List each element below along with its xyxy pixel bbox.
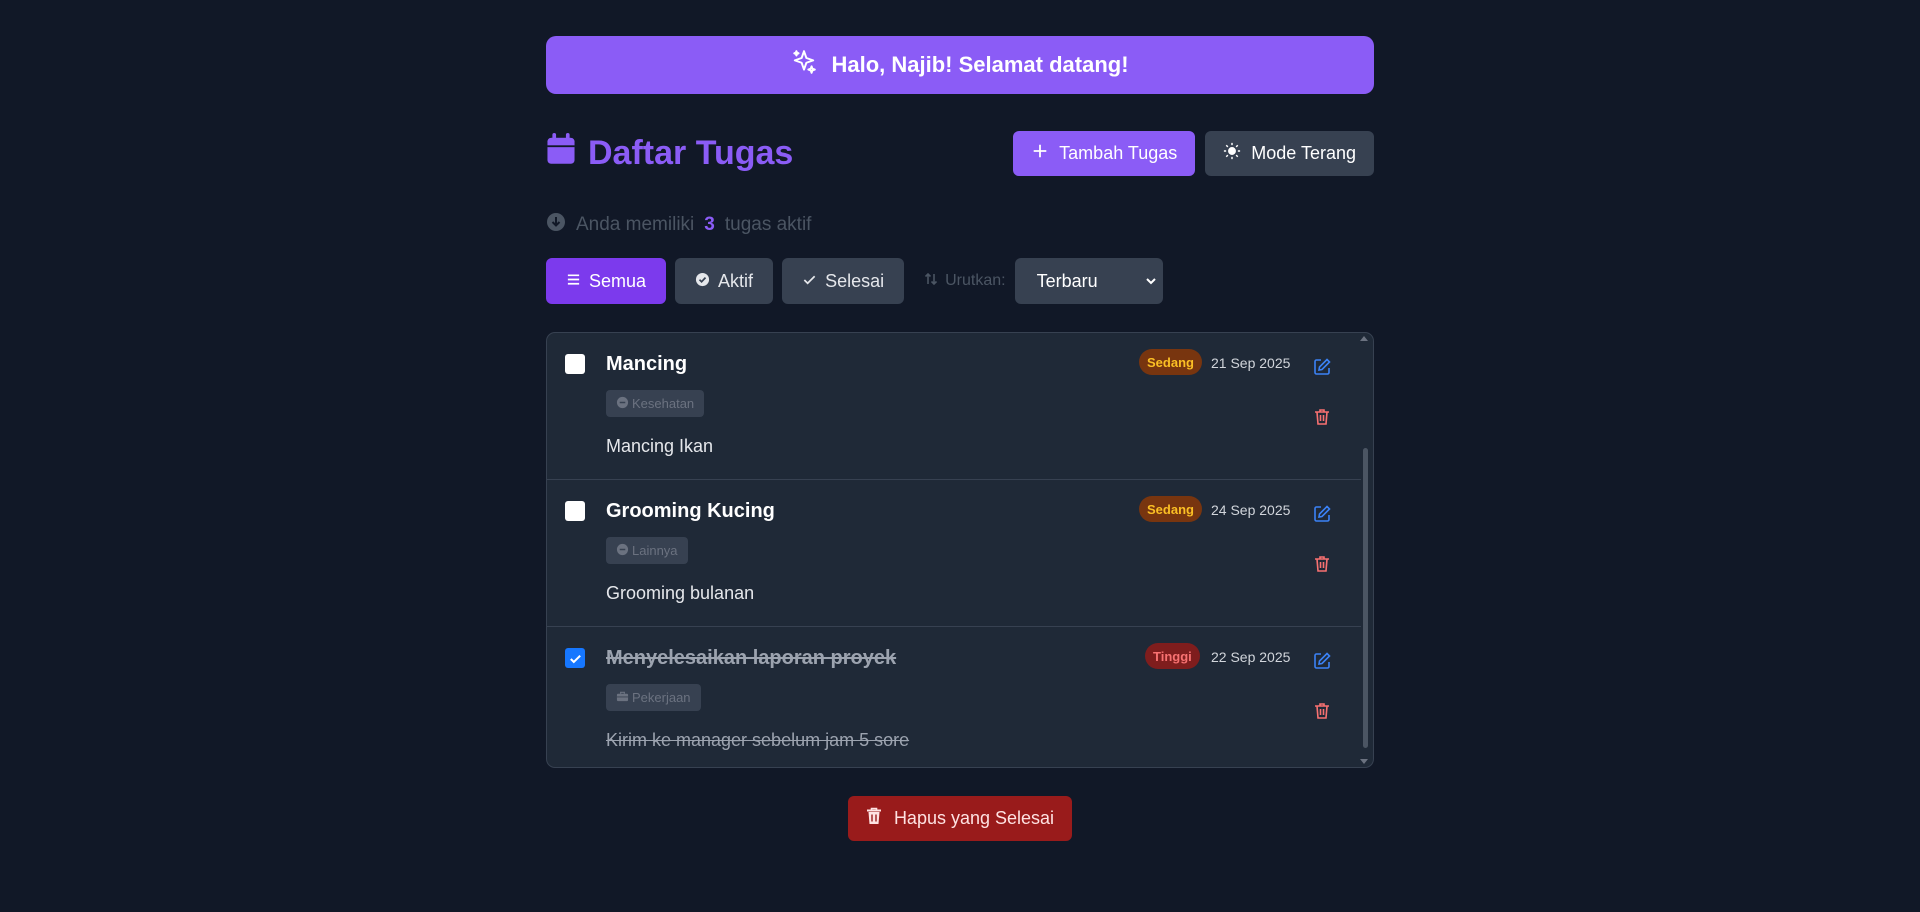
header-actions: Tambah Tugas Mode Terang <box>1013 130 1374 176</box>
task-checkbox[interactable] <box>565 354 585 374</box>
task-item: Menyelesaikan laporan proyek Pekerjaan K… <box>547 627 1361 767</box>
filter-bar: Semua Aktif Selesai Urutkan: Terbaru <box>546 258 1374 304</box>
category-chip: Kesehatan <box>606 390 705 417</box>
filter-done-button[interactable]: Selesai <box>782 258 905 304</box>
add-task-label: Tambah Tugas <box>1059 142 1178 163</box>
filter-all-label: Semua <box>589 270 647 291</box>
task-date: 24 Sep 2025 <box>1211 502 1291 518</box>
summary-prefix: Anda memiliki <box>576 214 695 235</box>
task-description: Kirim ke manager sebelum jam 5 sore <box>606 730 910 750</box>
chevron-down-icon <box>1145 271 1157 292</box>
priority-badge: Sedang <box>1139 349 1202 375</box>
clear-completed-button[interactable]: Hapus yang Selesai <box>847 796 1073 841</box>
filter-active-label: Aktif <box>718 270 754 291</box>
sort-arrows-icon <box>923 271 939 292</box>
add-task-button[interactable]: Tambah Tugas <box>1013 130 1196 176</box>
sparkles-icon <box>791 49 817 81</box>
check-icon <box>802 271 817 292</box>
task-description: Mancing Ikan <box>606 436 714 456</box>
trash-icon[interactable] <box>1312 701 1334 723</box>
clear-row: Hapus yang Selesai <box>546 796 1374 841</box>
calendar-icon <box>546 132 576 174</box>
task-checkbox[interactable] <box>565 648 585 668</box>
task-item: Mancing Kesehatan Mancing Ikan Sedang 21… <box>547 333 1361 480</box>
minus-circle-icon <box>616 396 629 412</box>
priority-badge: Sedang <box>1139 496 1202 522</box>
sort-label-text: Urutkan: <box>945 272 1006 289</box>
category-label: Lainnya <box>632 543 678 558</box>
task-list[interactable]: Mancing Kesehatan Mancing Ikan Sedang 21… <box>546 332 1374 768</box>
sort-select[interactable]: Terbaru <box>1014 258 1163 304</box>
theme-toggle-label: Mode Terang <box>1251 142 1356 163</box>
task-summary: Anda memiliki 3 tugas aktif <box>546 213 1374 237</box>
trash-icon <box>866 807 882 830</box>
scrollbar-thumb[interactable] <box>1363 448 1368 748</box>
sun-icon <box>1223 142 1241 165</box>
active-count: 3 <box>704 214 715 235</box>
theme-toggle-button[interactable]: Mode Terang <box>1205 130 1374 176</box>
task-item: Grooming Kucing Lainnya Grooming bulanan… <box>547 480 1361 627</box>
task-title: Grooming Kucing <box>606 500 775 522</box>
arrow-circle-down-icon <box>546 212 566 238</box>
category-label: Kesehatan <box>632 396 695 411</box>
sort-label: Urutkan: <box>923 271 1006 292</box>
task-checkbox[interactable] <box>565 501 585 521</box>
filter-done-label: Selesai <box>825 270 885 291</box>
filter-active-button[interactable]: Aktif <box>675 258 774 304</box>
task-title: Menyelesaikan laporan proyek <box>606 647 897 669</box>
page-title-text: Daftar Tugas <box>588 133 794 172</box>
sort-select-value: Terbaru <box>1036 270 1098 291</box>
scrollbar[interactable] <box>1360 333 1371 767</box>
app-container: Halo, Najib! Selamat datang! Daftar Tuga… <box>546 36 1374 841</box>
task-date: 21 Sep 2025 <box>1211 355 1291 371</box>
task-title: Mancing <box>606 353 688 375</box>
scroll-down-arrow[interactable] <box>1360 759 1368 764</box>
category-chip: Lainnya <box>606 537 688 564</box>
scroll-up-arrow[interactable] <box>1360 336 1368 341</box>
check-circle-icon <box>695 271 710 292</box>
minus-circle-icon <box>616 543 629 559</box>
briefcase-icon <box>616 690 629 706</box>
edit-icon[interactable] <box>1312 651 1334 673</box>
category-label: Pekerjaan <box>632 690 691 705</box>
edit-icon[interactable] <box>1312 504 1334 526</box>
clear-completed-label: Hapus yang Selesai <box>893 808 1055 828</box>
summary-suffix: tugas aktif <box>724 214 812 235</box>
welcome-banner: Halo, Najib! Selamat datang! <box>546 36 1374 94</box>
filter-all-button[interactable]: Semua <box>546 258 667 304</box>
page-title: Daftar Tugas <box>546 132 794 174</box>
header: Daftar Tugas Tambah Tugas Mode Terang <box>546 130 1374 176</box>
task-description: Grooming bulanan <box>606 583 755 603</box>
trash-icon[interactable] <box>1312 407 1334 429</box>
priority-badge: Tinggi <box>1145 643 1200 669</box>
list-icon <box>566 271 581 292</box>
edit-icon[interactable] <box>1312 357 1334 379</box>
category-chip: Pekerjaan <box>606 684 701 711</box>
trash-icon[interactable] <box>1312 554 1334 576</box>
welcome-text: Halo, Najib! Selamat datang! <box>831 52 1129 77</box>
task-date: 22 Sep 2025 <box>1211 649 1291 665</box>
plus-icon <box>1031 142 1049 165</box>
